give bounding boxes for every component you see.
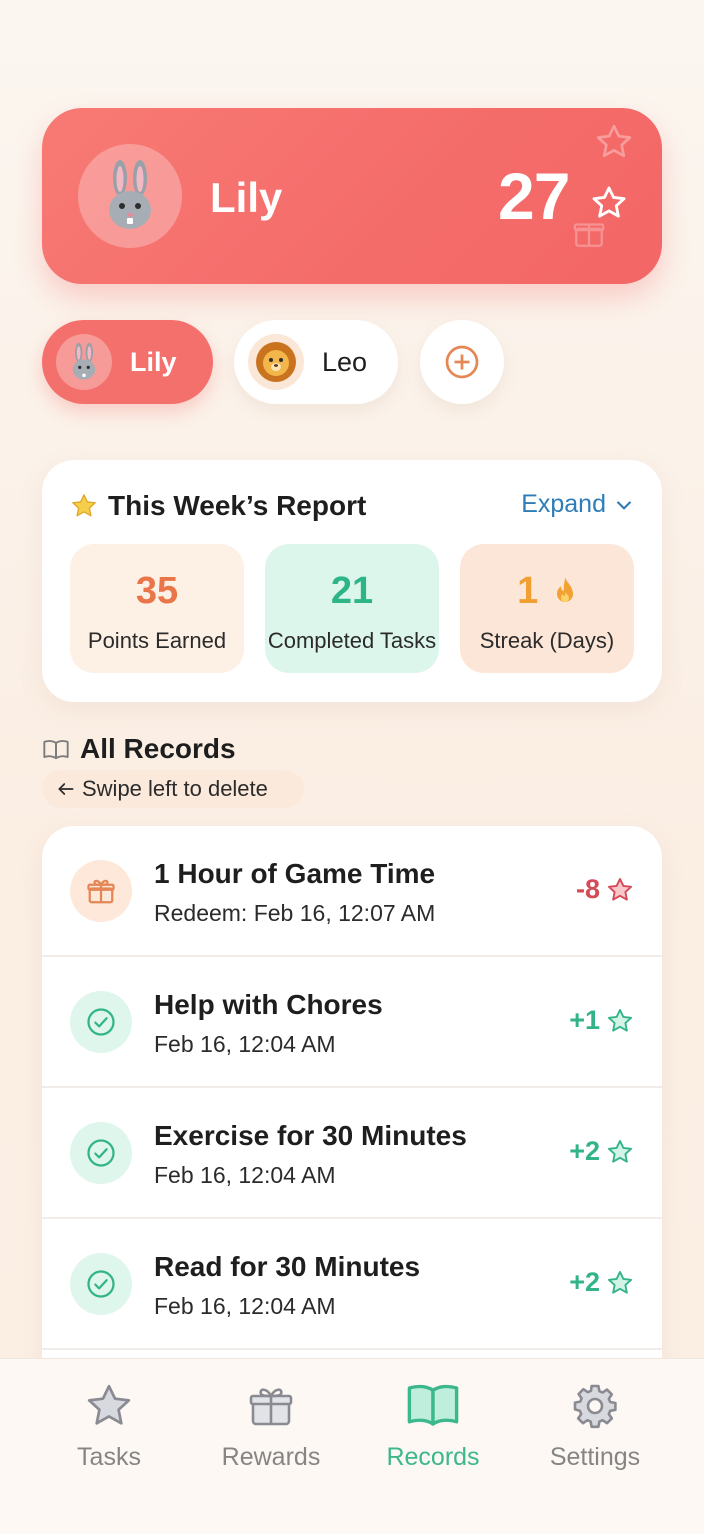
avatar xyxy=(248,334,304,390)
report-title: This Week’s Report xyxy=(108,490,367,521)
check-circle-icon xyxy=(87,1139,115,1167)
check-circle-icon xyxy=(87,1270,115,1298)
decorative-star-icon xyxy=(594,122,634,167)
book-icon xyxy=(407,1384,459,1426)
stat-value: 1 xyxy=(517,570,539,612)
stat-completed-tasks: 21 Completed Tasks xyxy=(265,544,439,673)
flame-icon xyxy=(556,577,573,602)
gift-icon xyxy=(249,1388,293,1426)
arrow-left-icon xyxy=(58,783,74,795)
record-points: +2 xyxy=(569,1267,634,1298)
star-icon xyxy=(607,1008,633,1032)
record-name: 1 Hour of Game Time xyxy=(154,858,436,889)
check-circle-icon xyxy=(87,1008,115,1036)
record-icon xyxy=(70,1253,132,1315)
record-date: Redeem: Feb 16, 12:07 AM xyxy=(154,900,436,926)
list-item[interactable]: Read for 30 Minutes Feb 16, 12:04 AM +2 xyxy=(42,1219,662,1350)
tab-label: Tasks xyxy=(77,1443,141,1471)
profile-chip-label: Lily xyxy=(130,346,177,377)
record-points: +2 xyxy=(569,1136,634,1167)
tab-records[interactable]: Records xyxy=(352,1381,514,1472)
swipe-hint-label: Swipe left to delete xyxy=(82,776,268,801)
star-icon xyxy=(590,184,628,227)
record-icon xyxy=(70,991,132,1053)
records-title: All Records xyxy=(80,733,236,764)
tab-settings[interactable]: Settings xyxy=(514,1381,676,1472)
tab-tasks[interactable]: Tasks xyxy=(28,1381,190,1472)
record-points-value: +2 xyxy=(569,1136,600,1166)
stat-label: Points Earned xyxy=(87,628,227,653)
records-list: 1 Hour of Game Time Redeem: Feb 16, 12:0… xyxy=(42,826,662,1386)
expand-button[interactable]: Expand xyxy=(521,490,634,519)
swipe-hint: Swipe left to delete xyxy=(42,770,304,808)
tab-label: Rewards xyxy=(221,1443,321,1471)
stat-streak: 1 Streak (Days) xyxy=(460,544,634,673)
weekly-report-card: This Week’s Report Expand 35 Points Earn… xyxy=(42,460,662,702)
record-date: Feb 16, 12:04 AM xyxy=(154,1293,336,1319)
points-total: 27 xyxy=(498,159,570,233)
list-item[interactable]: Help with Chores Feb 16, 12:04 AM +1 xyxy=(42,957,662,1088)
stat-label: Completed Tasks xyxy=(267,628,437,653)
record-icon xyxy=(70,860,132,922)
stat-label: Streak (Days) xyxy=(479,628,615,653)
record-points-value: +2 xyxy=(569,1267,600,1297)
chevron-down-icon xyxy=(617,500,631,509)
star-icon xyxy=(87,1384,131,1425)
gift-icon xyxy=(87,879,115,904)
record-points-value: -8 xyxy=(575,874,600,904)
record-icon xyxy=(70,1122,132,1184)
tab-rewards[interactable]: Rewards xyxy=(190,1381,352,1472)
avatar xyxy=(78,144,182,248)
book-icon xyxy=(42,736,70,769)
list-item[interactable]: 1 Hour of Game Time Redeem: Feb 16, 12:0… xyxy=(42,826,662,957)
tab-label: Records xyxy=(386,1443,480,1471)
plus-circle-icon xyxy=(445,345,479,379)
profile-name: Lily xyxy=(210,174,283,221)
bottom-tab-bar: Tasks Rewards Records Settings xyxy=(0,1358,704,1534)
record-points: -8 xyxy=(576,874,634,905)
record-points: +1 xyxy=(569,1005,634,1036)
lion-icon xyxy=(256,342,296,382)
record-points-value: +1 xyxy=(569,1005,600,1035)
record-name: Exercise for 30 Minutes xyxy=(154,1120,467,1151)
profile-chip-label: Leo xyxy=(322,346,368,377)
record-date: Feb 16, 12:04 AM xyxy=(154,1162,336,1188)
profile-chip-lily[interactable]: Lily xyxy=(42,320,213,404)
star-icon xyxy=(70,492,98,525)
bunny-icon xyxy=(72,342,96,380)
star-icon xyxy=(607,1139,633,1163)
bunny-icon xyxy=(109,160,151,229)
profile-hero-card: Lily 27 xyxy=(42,108,662,284)
record-date: Feb 16, 12:04 AM xyxy=(154,1031,336,1057)
stat-points-earned: 35 Points Earned xyxy=(70,544,244,673)
profile-chip-leo[interactable]: Leo xyxy=(234,320,398,404)
record-name: Help with Chores xyxy=(154,989,383,1020)
add-profile-button[interactable] xyxy=(420,320,504,404)
stat-value: 35 xyxy=(135,570,179,612)
star-icon xyxy=(607,1270,633,1294)
tab-label: Settings xyxy=(549,1443,641,1471)
list-item[interactable]: Exercise for 30 Minutes Feb 16, 12:04 AM… xyxy=(42,1088,662,1219)
expand-label: Expand xyxy=(521,490,606,518)
stat-value: 21 xyxy=(330,570,374,612)
gear-icon xyxy=(573,1384,617,1429)
avatar xyxy=(56,334,112,390)
record-name: Read for 30 Minutes xyxy=(154,1251,421,1282)
star-icon xyxy=(607,877,633,901)
